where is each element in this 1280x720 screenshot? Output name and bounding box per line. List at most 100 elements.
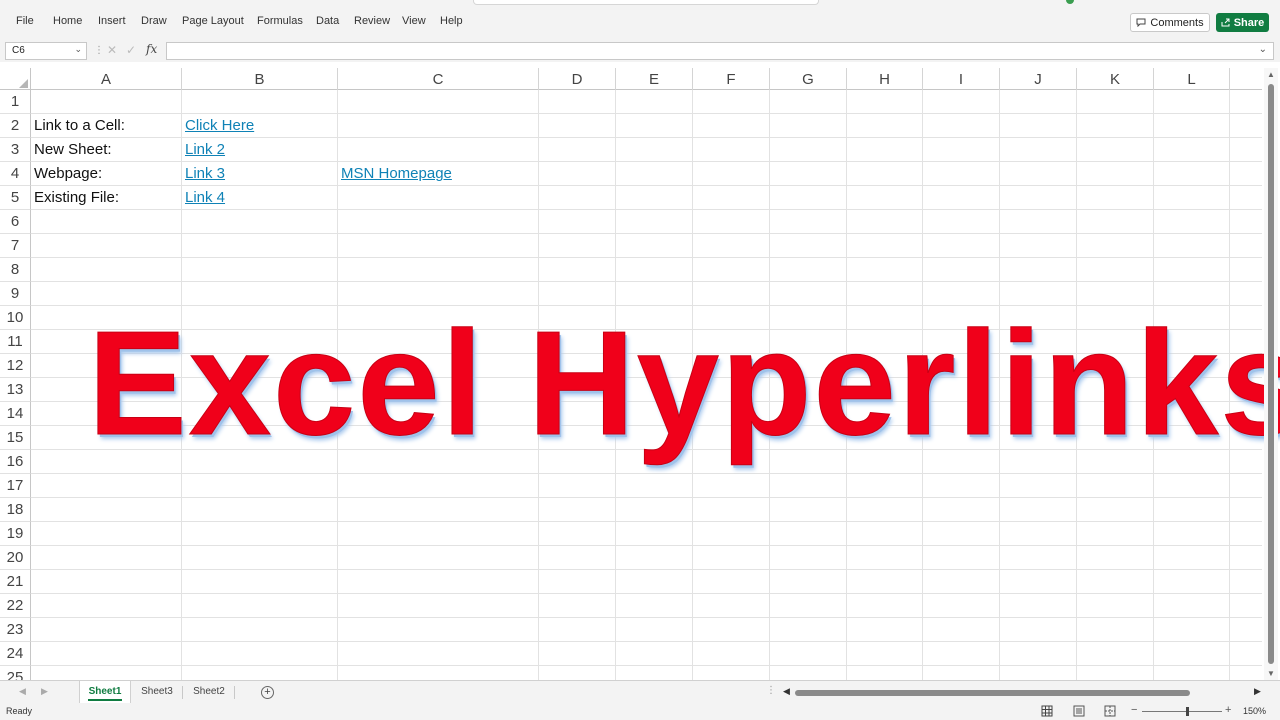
comments-button[interactable]: Comments [1130,13,1210,32]
menu-help[interactable]: Help [440,15,463,27]
scroll-up-icon[interactable]: ▲ [1267,70,1275,79]
menu-formulas[interactable]: Formulas [257,15,303,27]
column-header-i[interactable]: I [923,68,1000,90]
share-label: Share [1233,16,1265,29]
previous-sheet-icon[interactable]: ◀ [19,686,26,697]
column-header-g[interactable]: G [770,68,847,90]
insert-function-icon[interactable]: fx [146,42,157,56]
row-header[interactable]: 12 [0,354,31,378]
menu-page-layout[interactable]: Page Layout [182,15,244,27]
row-header[interactable]: 15 [0,426,31,450]
zoom-in-icon[interactable]: + [1225,704,1231,716]
page-layout-view-icon[interactable] [1073,705,1085,717]
row-header[interactable]: 2 [0,114,31,138]
cell-a2[interactable]: Link to a Cell: [34,114,125,138]
row-header[interactable]: 6 [0,210,31,234]
row-header[interactable]: 5 [0,186,31,210]
add-sheet-icon[interactable]: + [261,686,274,699]
vertical-scrollbar[interactable]: ▲ ▼ [1264,68,1278,680]
expand-formula-icon[interactable]: ⌄ [1259,44,1267,55]
row-header[interactable]: 11 [0,330,31,354]
row-header[interactable]: 19 [0,522,31,546]
hyperlink-cell-b4[interactable]: Link 3 [185,162,225,186]
row-header[interactable]: 8 [0,258,31,282]
row-header[interactable]: 25 [0,666,31,680]
tab-splitter-handle[interactable]: ⋮ [766,685,776,696]
column-header-l[interactable]: L [1154,68,1230,90]
row-header[interactable]: 18 [0,498,31,522]
zoom-slider-thumb[interactable] [1186,707,1189,716]
row-header[interactable]: 16 [0,450,31,474]
menu-review[interactable]: Review [354,15,390,27]
row-header[interactable]: 1 [0,90,31,114]
menu-view[interactable]: View [402,15,426,27]
column-header-e[interactable]: E [616,68,693,90]
name-box[interactable]: C6 ⌄ [5,42,87,60]
column-header-h[interactable]: H [847,68,923,90]
column-header-b[interactable]: B [182,68,338,90]
row-header[interactable]: 21 [0,570,31,594]
gridline [31,545,1262,546]
tab-sheet1[interactable]: Sheet1 [79,681,131,703]
hyperlink-cell-b2[interactable]: Click Here [185,114,254,138]
column-header-k[interactable]: K [1077,68,1154,90]
scroll-right-icon[interactable]: ▶ [1254,686,1261,697]
row-header[interactable]: 9 [0,282,31,306]
row-header[interactable]: 24 [0,642,31,666]
gridline [31,617,1262,618]
formula-input[interactable]: ⌄ [166,42,1274,60]
row-header[interactable]: 3 [0,138,31,162]
row-header[interactable]: 10 [0,306,31,330]
drag-handle-icon[interactable]: ⋮ [94,45,104,56]
menu-file[interactable]: File [16,15,34,27]
column-header-f[interactable]: F [693,68,770,90]
column-header-c[interactable]: C [338,68,539,90]
share-button[interactable]: Share [1216,13,1269,32]
cancel-icon[interactable]: ✕ [107,43,117,57]
zoom-slider[interactable] [1142,711,1222,712]
name-box-value: C6 [12,45,25,56]
gridline [31,257,1262,258]
gridline [31,593,1262,594]
cell-a3[interactable]: New Sheet: [34,138,112,162]
row-header[interactable]: 14 [0,402,31,426]
row-header[interactable]: 7 [0,234,31,258]
row-header[interactable]: 22 [0,594,31,618]
row-header[interactable]: 13 [0,378,31,402]
row-header[interactable]: 4 [0,162,31,186]
gridline [31,497,1262,498]
scroll-down-icon[interactable]: ▼ [1267,669,1275,678]
chevron-down-icon[interactable]: ⌄ [74,44,82,55]
scroll-left-icon[interactable]: ◀ [783,686,790,697]
next-sheet-icon[interactable]: ▶ [41,686,48,697]
check-icon[interactable]: ✓ [126,43,136,57]
cell-a5[interactable]: Existing File: [34,186,119,210]
tab-sheet3[interactable]: Sheet3 [134,681,180,703]
search-box[interactable] [473,0,819,5]
menu-draw[interactable]: Draw [141,15,167,27]
column-header-d[interactable]: D [539,68,616,90]
hyperlink-cell-c4[interactable]: MSN Homepage [341,162,452,186]
row-header[interactable]: 23 [0,618,31,642]
tab-sheet2[interactable]: Sheet2 [186,681,232,703]
normal-view-icon[interactable] [1041,705,1053,717]
row-header[interactable]: 20 [0,546,31,570]
horizontal-scroll-thumb[interactable] [795,690,1190,696]
select-all-button[interactable] [0,68,31,90]
vertical-scroll-thumb[interactable] [1268,84,1274,664]
zoom-out-icon[interactable]: − [1131,704,1137,716]
row-header[interactable]: 17 [0,474,31,498]
cell-a4[interactable]: Webpage: [34,162,102,186]
page-break-view-icon[interactable] [1104,705,1116,717]
gridline [31,281,1262,282]
menu-home[interactable]: Home [53,15,82,27]
hyperlink-cell-b5[interactable]: Link 4 [185,186,225,210]
zoom-level[interactable]: 150% [1243,706,1266,716]
column-header-j[interactable]: J [1000,68,1077,90]
menu-insert[interactable]: Insert [98,15,126,27]
tab-separator [234,686,235,699]
gridline [31,473,1262,474]
hyperlink-cell-b3[interactable]: Link 2 [185,138,225,162]
column-header-a[interactable]: A [31,68,182,90]
menu-data[interactable]: Data [316,15,339,27]
